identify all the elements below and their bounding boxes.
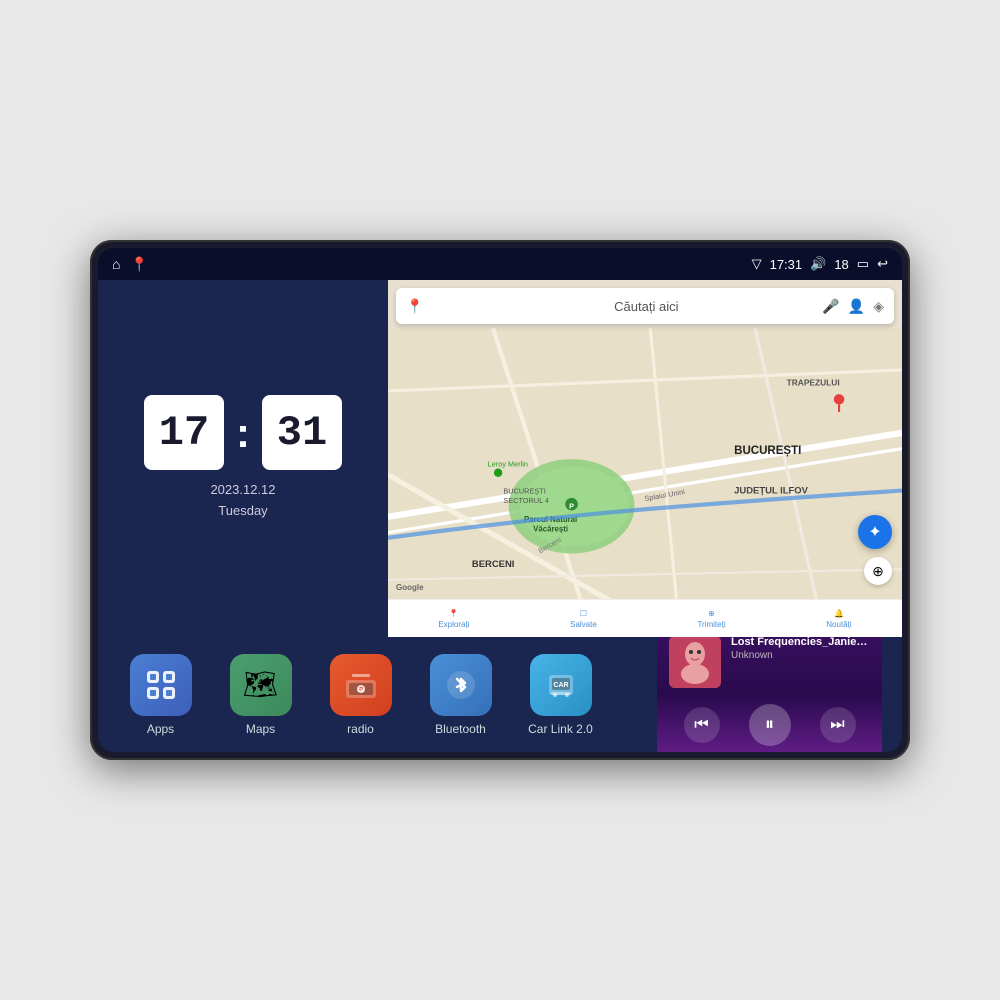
- home-icon[interactable]: ⌂: [112, 256, 120, 272]
- device: ⌂ 📍 ▽ 17:31 🔊 18 ▭ ↩ 17 : 31: [90, 240, 910, 760]
- apps-label: Apps: [147, 722, 174, 736]
- clock-panel: 17 : 31 2023.12.12 Tuesday: [98, 280, 388, 637]
- app-icon-bluetooth[interactable]: Bluetooth: [418, 654, 503, 736]
- saved-icon: ☐: [580, 609, 587, 618]
- clock-status: 17:31: [770, 257, 803, 272]
- music-artist: Unknown: [731, 650, 870, 661]
- prev-button[interactable]: ⏮: [684, 707, 720, 743]
- location-button[interactable]: ✦: [858, 515, 892, 549]
- play-pause-button[interactable]: ⏸: [749, 704, 791, 746]
- music-text-info: Lost Frequencies_Janieck Devy-... Unknow…: [731, 636, 870, 661]
- map-nav-saved[interactable]: ☐ Salvate: [570, 609, 597, 629]
- album-art: [669, 636, 721, 688]
- day-display: Tuesday: [210, 501, 275, 522]
- map-nav-news[interactable]: 🔔 Noutăți: [826, 609, 851, 629]
- svg-text:BERCENI: BERCENI: [472, 559, 514, 570]
- explore-icon: 📍: [449, 609, 459, 618]
- radio-label: radio: [347, 722, 374, 736]
- status-left: ⌂ 📍: [112, 256, 148, 273]
- back-button[interactable]: ↩: [877, 256, 888, 272]
- screen: ⌂ 📍 ▽ 17:31 🔊 18 ▭ ↩ 17 : 31: [98, 248, 902, 752]
- app-icon-apps[interactable]: Apps: [118, 654, 203, 736]
- volume-icon: 🔊: [810, 256, 826, 272]
- date-display: 2023.12.12: [210, 480, 275, 501]
- battery-level: 18: [834, 257, 848, 272]
- avatar-icon[interactable]: 👤: [848, 298, 865, 315]
- carlink-label: Car Link 2.0: [528, 722, 593, 736]
- apps-icon: [130, 654, 192, 716]
- app-icon-carlink[interactable]: CAR Car Link 2.0: [518, 654, 603, 736]
- maps-icon: 🗺: [230, 654, 292, 716]
- map-view[interactable]: P Parcul Natural Văcărești BUCUREȘTI JUD…: [388, 328, 902, 637]
- layers-icon[interactable]: ◈: [873, 298, 884, 315]
- news-icon: 🔔: [834, 609, 844, 618]
- maps-label: Maps: [246, 722, 275, 736]
- map-search-icons: 🎤 👤 ◈: [822, 298, 884, 315]
- map-search-bar[interactable]: 📍 Căutați aici 🎤 👤 ◈: [396, 288, 894, 324]
- date-info: 2023.12.12 Tuesday: [210, 480, 275, 522]
- bluetooth-label: Bluetooth: [435, 722, 486, 736]
- saved-label: Salvate: [570, 620, 597, 629]
- map-nav-explore[interactable]: 📍 Explorați: [438, 609, 469, 629]
- svg-text:BUCUREȘTI: BUCUREȘTI: [734, 445, 801, 457]
- send-label: Trimiteți: [697, 620, 725, 629]
- svg-text:P: P: [569, 501, 574, 510]
- clock-hours: 17: [144, 395, 224, 470]
- music-panel: Lost Frequencies_Janieck Devy-... Unknow…: [657, 626, 882, 753]
- album-art-image: [669, 636, 721, 688]
- radio-icon: FM: [330, 654, 392, 716]
- app-dock: Apps 🗺 Maps: [98, 637, 902, 752]
- app-icon-maps[interactable]: 🗺 Maps: [218, 654, 303, 736]
- status-bar: ⌂ 📍 ▽ 17:31 🔊 18 ▭ ↩: [98, 248, 902, 280]
- main-content: 17 : 31 2023.12.12 Tuesday 📍 Căutați aic…: [98, 280, 902, 637]
- maps-shortcut-icon[interactable]: 📍: [130, 256, 147, 273]
- svg-text:Văcărești: Văcărești: [533, 524, 568, 533]
- mic-icon[interactable]: 🎤: [822, 298, 839, 315]
- google-logo: Google: [396, 583, 424, 592]
- svg-text:Leroy Merlin: Leroy Merlin: [488, 459, 528, 468]
- music-info-row: Lost Frequencies_Janieck Devy-... Unknow…: [669, 636, 870, 688]
- status-right: ▽ 17:31 🔊 18 ▭ ↩: [752, 256, 888, 272]
- send-icon: ⊕: [708, 609, 715, 618]
- svg-text:TRAPEZULUI: TRAPEZULUI: [787, 378, 840, 388]
- music-title: Lost Frequencies_Janieck Devy-...: [731, 636, 870, 648]
- next-button[interactable]: ⏭: [820, 707, 856, 743]
- map-bottom-nav: 📍 Explorați ☐ Salvate ⊕ Trimiteți 🔔 Nout…: [388, 599, 902, 637]
- dock-apps: Apps 🗺 Maps: [118, 654, 657, 736]
- svg-text:BUCUREȘTI: BUCUREȘTI: [503, 487, 545, 496]
- svg-text:JUDEȚUL ILFOV: JUDEȚUL ILFOV: [734, 486, 808, 497]
- svg-text:CAR: CAR: [553, 682, 568, 689]
- map-nav-send[interactable]: ⊕ Trimiteți: [697, 609, 725, 629]
- bluetooth-icon: [430, 654, 492, 716]
- map-panel[interactable]: 📍 Căutați aici 🎤 👤 ◈: [388, 280, 902, 637]
- signal-icon: ▽: [752, 256, 762, 272]
- clock-minutes: 31: [262, 395, 342, 470]
- compass-button[interactable]: ⊕: [864, 557, 892, 585]
- svg-text:SECTORUL 4: SECTORUL 4: [503, 496, 549, 505]
- svg-text:FM: FM: [357, 688, 364, 694]
- news-label: Noutăți: [826, 620, 851, 629]
- music-controls: ⏮ ⏸ ⏭: [669, 696, 870, 753]
- clock-widget: 17 : 31: [144, 395, 342, 470]
- explore-label: Explorați: [438, 620, 469, 629]
- map-search-text[interactable]: Căutați aici: [614, 299, 814, 314]
- app-icon-radio[interactable]: FM radio: [318, 654, 403, 736]
- clock-colon: :: [236, 409, 250, 457]
- carlink-icon: CAR: [530, 654, 592, 716]
- battery-icon: ▭: [857, 256, 869, 272]
